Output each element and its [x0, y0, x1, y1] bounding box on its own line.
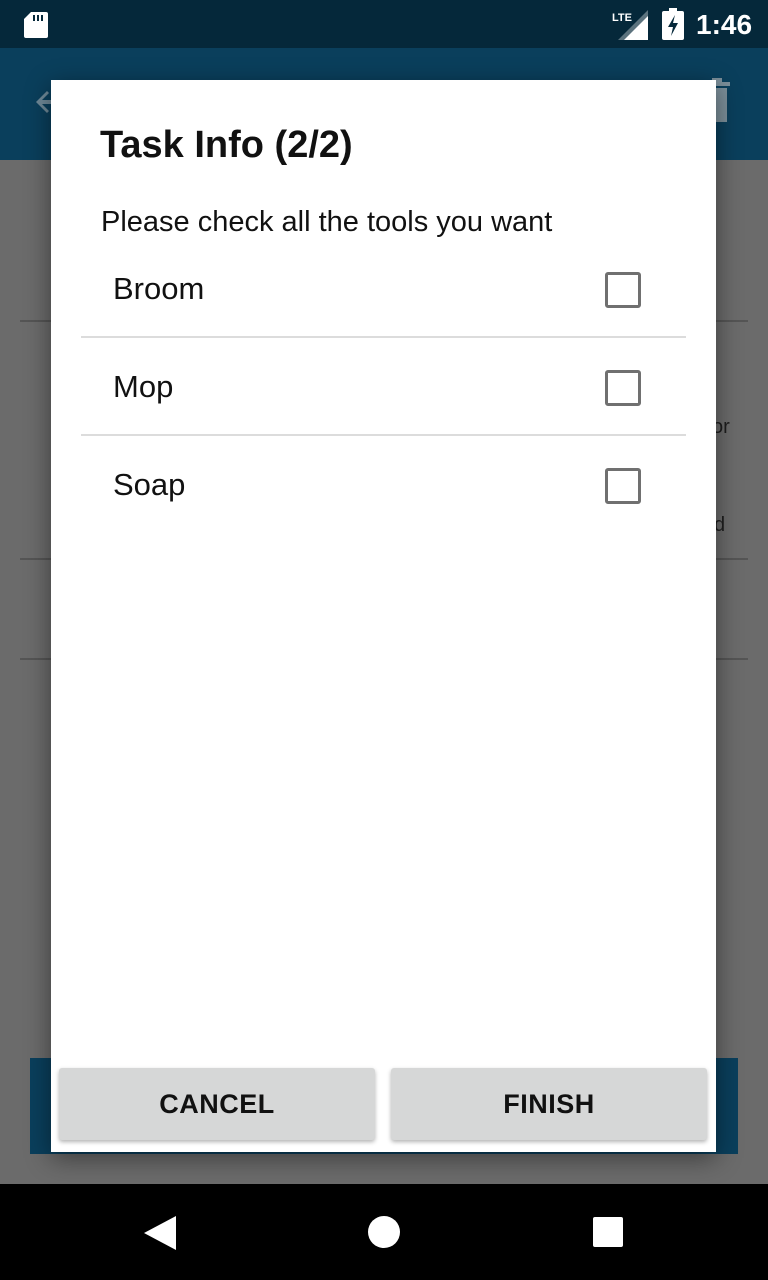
- nav-recents-icon[interactable]: [593, 1217, 623, 1247]
- tool-label: Broom: [113, 271, 205, 306]
- battery-charging-icon: [662, 8, 684, 40]
- screen: LTE 1:46 or d Task Info (2/2) Please che…: [0, 0, 768, 1280]
- tool-label: Mop: [113, 369, 174, 404]
- mop-checkbox[interactable]: [605, 370, 641, 406]
- dialog-actions: CANCEL FINISH: [59, 1068, 709, 1140]
- broom-checkbox[interactable]: [605, 272, 641, 308]
- status-bar: LTE 1:46: [0, 0, 768, 48]
- cancel-button[interactable]: CANCEL: [59, 1068, 375, 1140]
- dialog-subtitle: Please check all the tools you want: [101, 206, 553, 238]
- status-clock: 1:46: [696, 9, 753, 40]
- nav-back-icon[interactable]: [144, 1216, 176, 1250]
- lte-signal-icon: LTE: [612, 10, 648, 40]
- tool-item-broom[interactable]: Broom: [81, 240, 686, 338]
- soap-checkbox[interactable]: [605, 468, 641, 504]
- dialog-title: Task Info (2/2): [100, 124, 353, 166]
- sd-card-icon: [24, 12, 48, 38]
- tool-item-mop[interactable]: Mop: [81, 338, 686, 436]
- svg-text:LTE: LTE: [612, 12, 632, 24]
- finish-button[interactable]: FINISH: [391, 1068, 707, 1140]
- tool-list: Broom Mop Soap: [81, 240, 686, 532]
- nav-home-icon[interactable]: [368, 1216, 400, 1248]
- tool-label: Soap: [113, 467, 186, 502]
- tool-item-soap[interactable]: Soap: [81, 436, 686, 532]
- navigation-bar: [0, 1184, 768, 1280]
- task-info-dialog: Task Info (2/2) Please check all the too…: [51, 80, 716, 1152]
